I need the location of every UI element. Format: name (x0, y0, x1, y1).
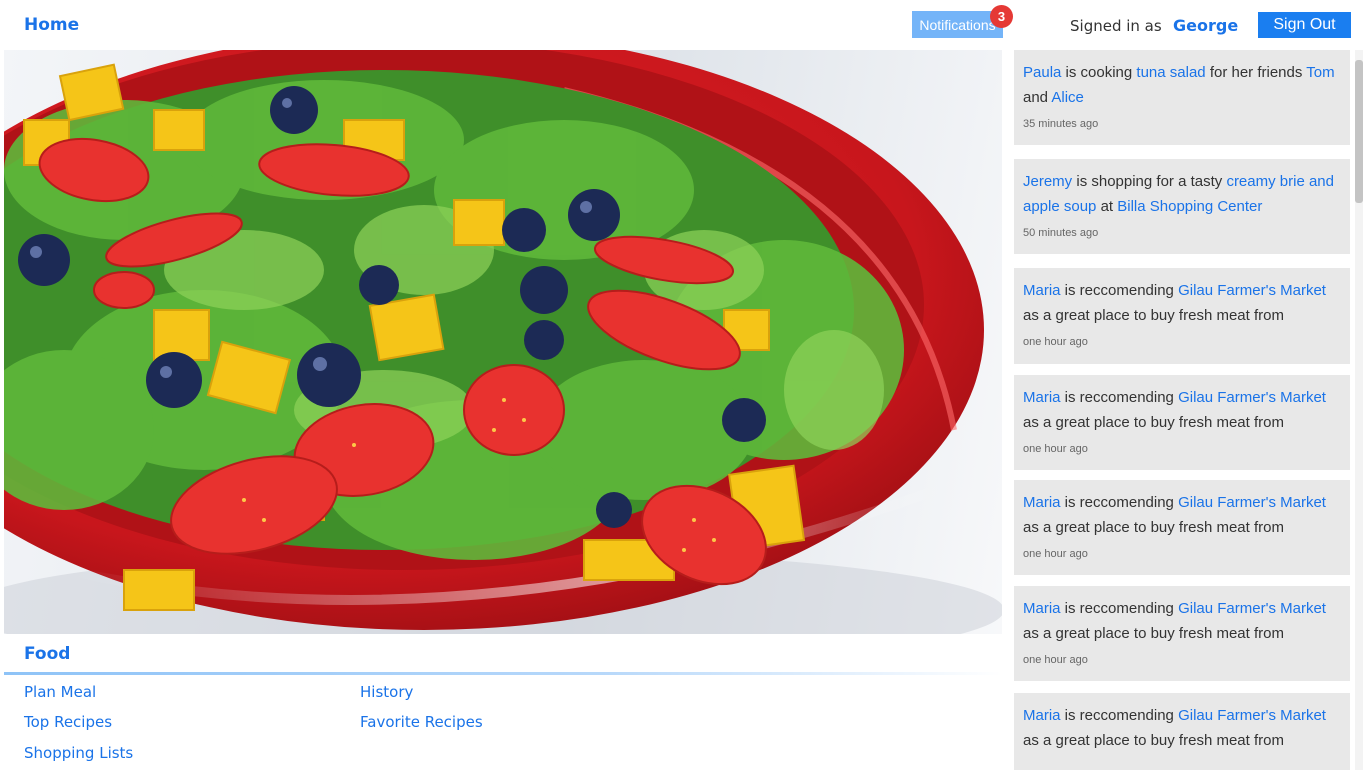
top-bar: Home Notifications 3 Signed in as George… (0, 0, 1370, 50)
feed-user-link[interactable]: Maria (1023, 494, 1061, 511)
top-recipes-link[interactable]: Top Recipes (24, 713, 112, 731)
feed-user-link[interactable]: Maria (1023, 389, 1061, 406)
feed-timestamp: 35 minutes ago (1023, 118, 1099, 130)
feed-text: as a great place to buy fresh meat from (1023, 732, 1284, 749)
feed-user-link[interactable]: Maria (1023, 600, 1061, 617)
feed-market-link[interactable]: Gilau Farmer's Market (1178, 600, 1326, 617)
feed-text: at (1096, 198, 1118, 215)
feed-card-text: Maria is reccomending Gilau Farmer's Mar… (1023, 703, 1341, 753)
signed-in-label: Signed in as (1070, 17, 1162, 35)
feed-user-link[interactable]: Jeremy (1023, 173, 1072, 190)
feed-market-link[interactable]: Gilau Farmer's Market (1178, 494, 1326, 511)
salad-bowl-image (4, 50, 1002, 634)
feed-market-link[interactable]: Gilau Farmer's Market (1178, 707, 1326, 724)
feed-card-text: Maria is reccomending Gilau Farmer's Mar… (1023, 596, 1341, 646)
sign-out-label: Sign Out (1273, 16, 1336, 33)
feed-user-link[interactable]: Maria (1023, 282, 1061, 299)
feed-text: as a great place to buy fresh meat from (1023, 414, 1284, 431)
history-link[interactable]: History (360, 683, 413, 701)
feed-friend-link[interactable]: Alice (1051, 89, 1084, 106)
feed-card: Maria is reccomending Gilau Farmer's Mar… (1014, 375, 1350, 470)
feed-text: and (1023, 89, 1052, 106)
notifications-label: Notifications (919, 16, 996, 33)
feed-timestamp: one hour ago (1023, 443, 1088, 455)
home-link[interactable]: Home (24, 15, 79, 35)
feed-recipe-link[interactable]: tuna salad (1136, 64, 1205, 81)
notifications-count-badge: 3 (990, 5, 1013, 28)
feed-text: is shopping for a tasty (1072, 173, 1227, 190)
favorite-recipes-link[interactable]: Favorite Recipes (360, 713, 483, 731)
sign-out-button[interactable]: Sign Out (1258, 12, 1351, 38)
feed-text: is cooking (1061, 64, 1137, 81)
feed-text: is reccomending (1060, 494, 1179, 511)
shopping-lists-link[interactable]: Shopping Lists (24, 744, 133, 762)
feed-card: Maria is reccomending Gilau Farmer's Mar… (1014, 480, 1350, 575)
feed-friend-link[interactable]: Tom (1306, 64, 1334, 81)
feed-user-link[interactable]: Maria (1023, 707, 1061, 724)
feed-text: is reccomending (1060, 282, 1179, 299)
feed-timestamp: one hour ago (1023, 654, 1088, 666)
feed-store-link[interactable]: Billa Shopping Center (1117, 198, 1262, 215)
feed-card-text: Maria is reccomending Gilau Farmer's Mar… (1023, 278, 1341, 328)
feed-timestamp: one hour ago (1023, 336, 1088, 348)
feed-market-link[interactable]: Gilau Farmer's Market (1178, 282, 1326, 299)
feed-text: for her friends (1205, 64, 1307, 81)
hero-salad-image (4, 50, 1002, 634)
activity-feed: Paula is cooking tuna salad for her frie… (1014, 50, 1350, 770)
feed-card-text: Paula is cooking tuna salad for her frie… (1023, 60, 1341, 110)
feed-text: is reccomending (1060, 707, 1179, 724)
feed-card-text: Maria is reccomending Gilau Farmer's Mar… (1023, 385, 1341, 435)
feed-text: as a great place to buy fresh meat from (1023, 519, 1284, 536)
feed-card: Maria is reccomending Gilau Farmer's Mar… (1014, 586, 1350, 681)
feed-card-text: Maria is reccomending Gilau Farmer's Mar… (1023, 490, 1341, 540)
feed-card-text: Jeremy is shopping for a tasty creamy br… (1023, 169, 1341, 219)
feed-text: as a great place to buy fresh meat from (1023, 625, 1284, 642)
feed-market-link[interactable]: Gilau Farmer's Market (1178, 389, 1326, 406)
feed-text: is reccomending (1060, 600, 1179, 617)
feed-scrollbar-thumb[interactable] (1355, 60, 1363, 203)
food-section-divider (4, 672, 1002, 675)
plan-meal-link[interactable]: Plan Meal (24, 683, 96, 701)
feed-card: Maria is reccomending Gilau Farmer's Mar… (1014, 693, 1350, 770)
feed-card: Paula is cooking tuna salad for her frie… (1014, 50, 1350, 145)
feed-timestamp: 50 minutes ago (1023, 227, 1099, 239)
feed-card: Jeremy is shopping for a tasty creamy br… (1014, 159, 1350, 254)
food-section-title: Food (24, 644, 71, 664)
feed-text: is reccomending (1060, 389, 1179, 406)
username-link[interactable]: George (1173, 16, 1238, 35)
feed-user-link[interactable]: Paula (1023, 64, 1061, 81)
feed-card: Maria is reccomending Gilau Farmer's Mar… (1014, 268, 1350, 364)
feed-text: as a great place to buy fresh meat from (1023, 307, 1284, 324)
feed-timestamp: one hour ago (1023, 548, 1088, 560)
